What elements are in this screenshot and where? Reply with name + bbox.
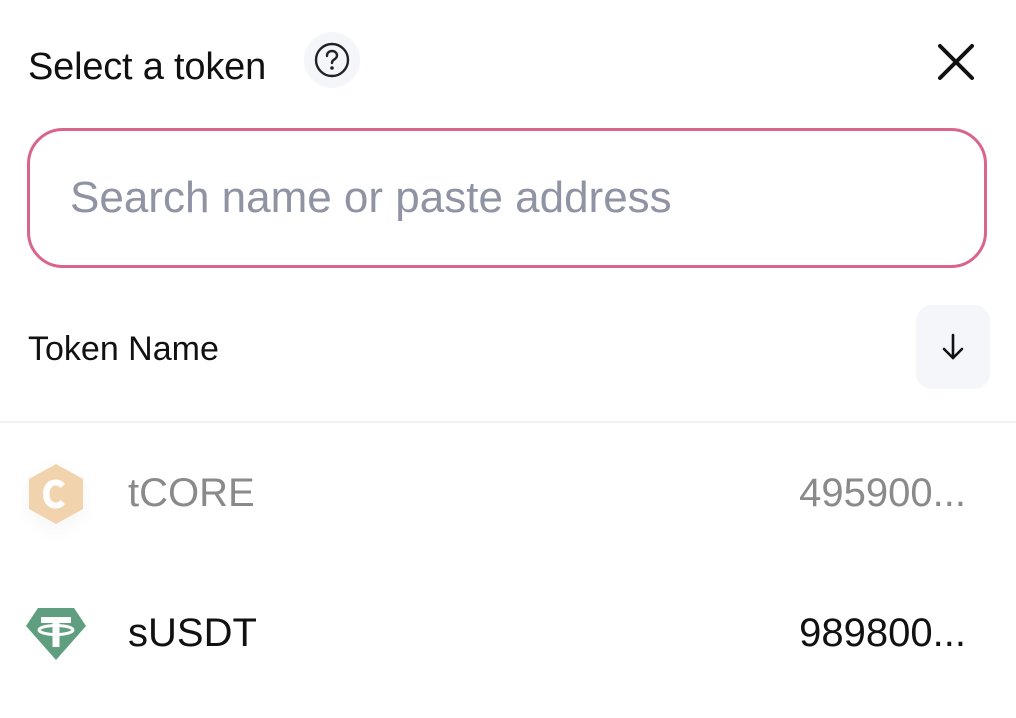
token-select-modal: Select a token Token Name (0, 0, 1016, 718)
close-icon (938, 44, 974, 80)
token-symbol: tCORE (128, 471, 255, 515)
token-symbol: sUSDT (128, 611, 257, 655)
modal-header: Select a token (28, 30, 988, 100)
arrow-down-icon (942, 333, 964, 360)
sort-row: Token Name (28, 305, 990, 391)
sort-label: Token Name (28, 330, 219, 368)
close-button[interactable] (934, 40, 978, 84)
help-button[interactable] (304, 32, 360, 88)
modal-title: Select a token (28, 46, 267, 88)
question-circle-icon (314, 42, 350, 78)
token-balance: 989800... (799, 611, 966, 655)
token-list: tCORE 495900... sUSDT 989800... (0, 424, 1016, 718)
search-input[interactable] (70, 131, 950, 265)
divider (0, 421, 1016, 423)
token-balance: 495900... (799, 471, 966, 515)
sort-direction-button[interactable] (916, 305, 990, 389)
token-row-susdt[interactable]: sUSDT 989800... (0, 564, 1016, 704)
tether-icon (26, 608, 86, 660)
search-box (27, 128, 987, 268)
core-hexagon-icon (29, 464, 83, 524)
token-row-tcore[interactable]: tCORE 495900... (0, 424, 1016, 564)
